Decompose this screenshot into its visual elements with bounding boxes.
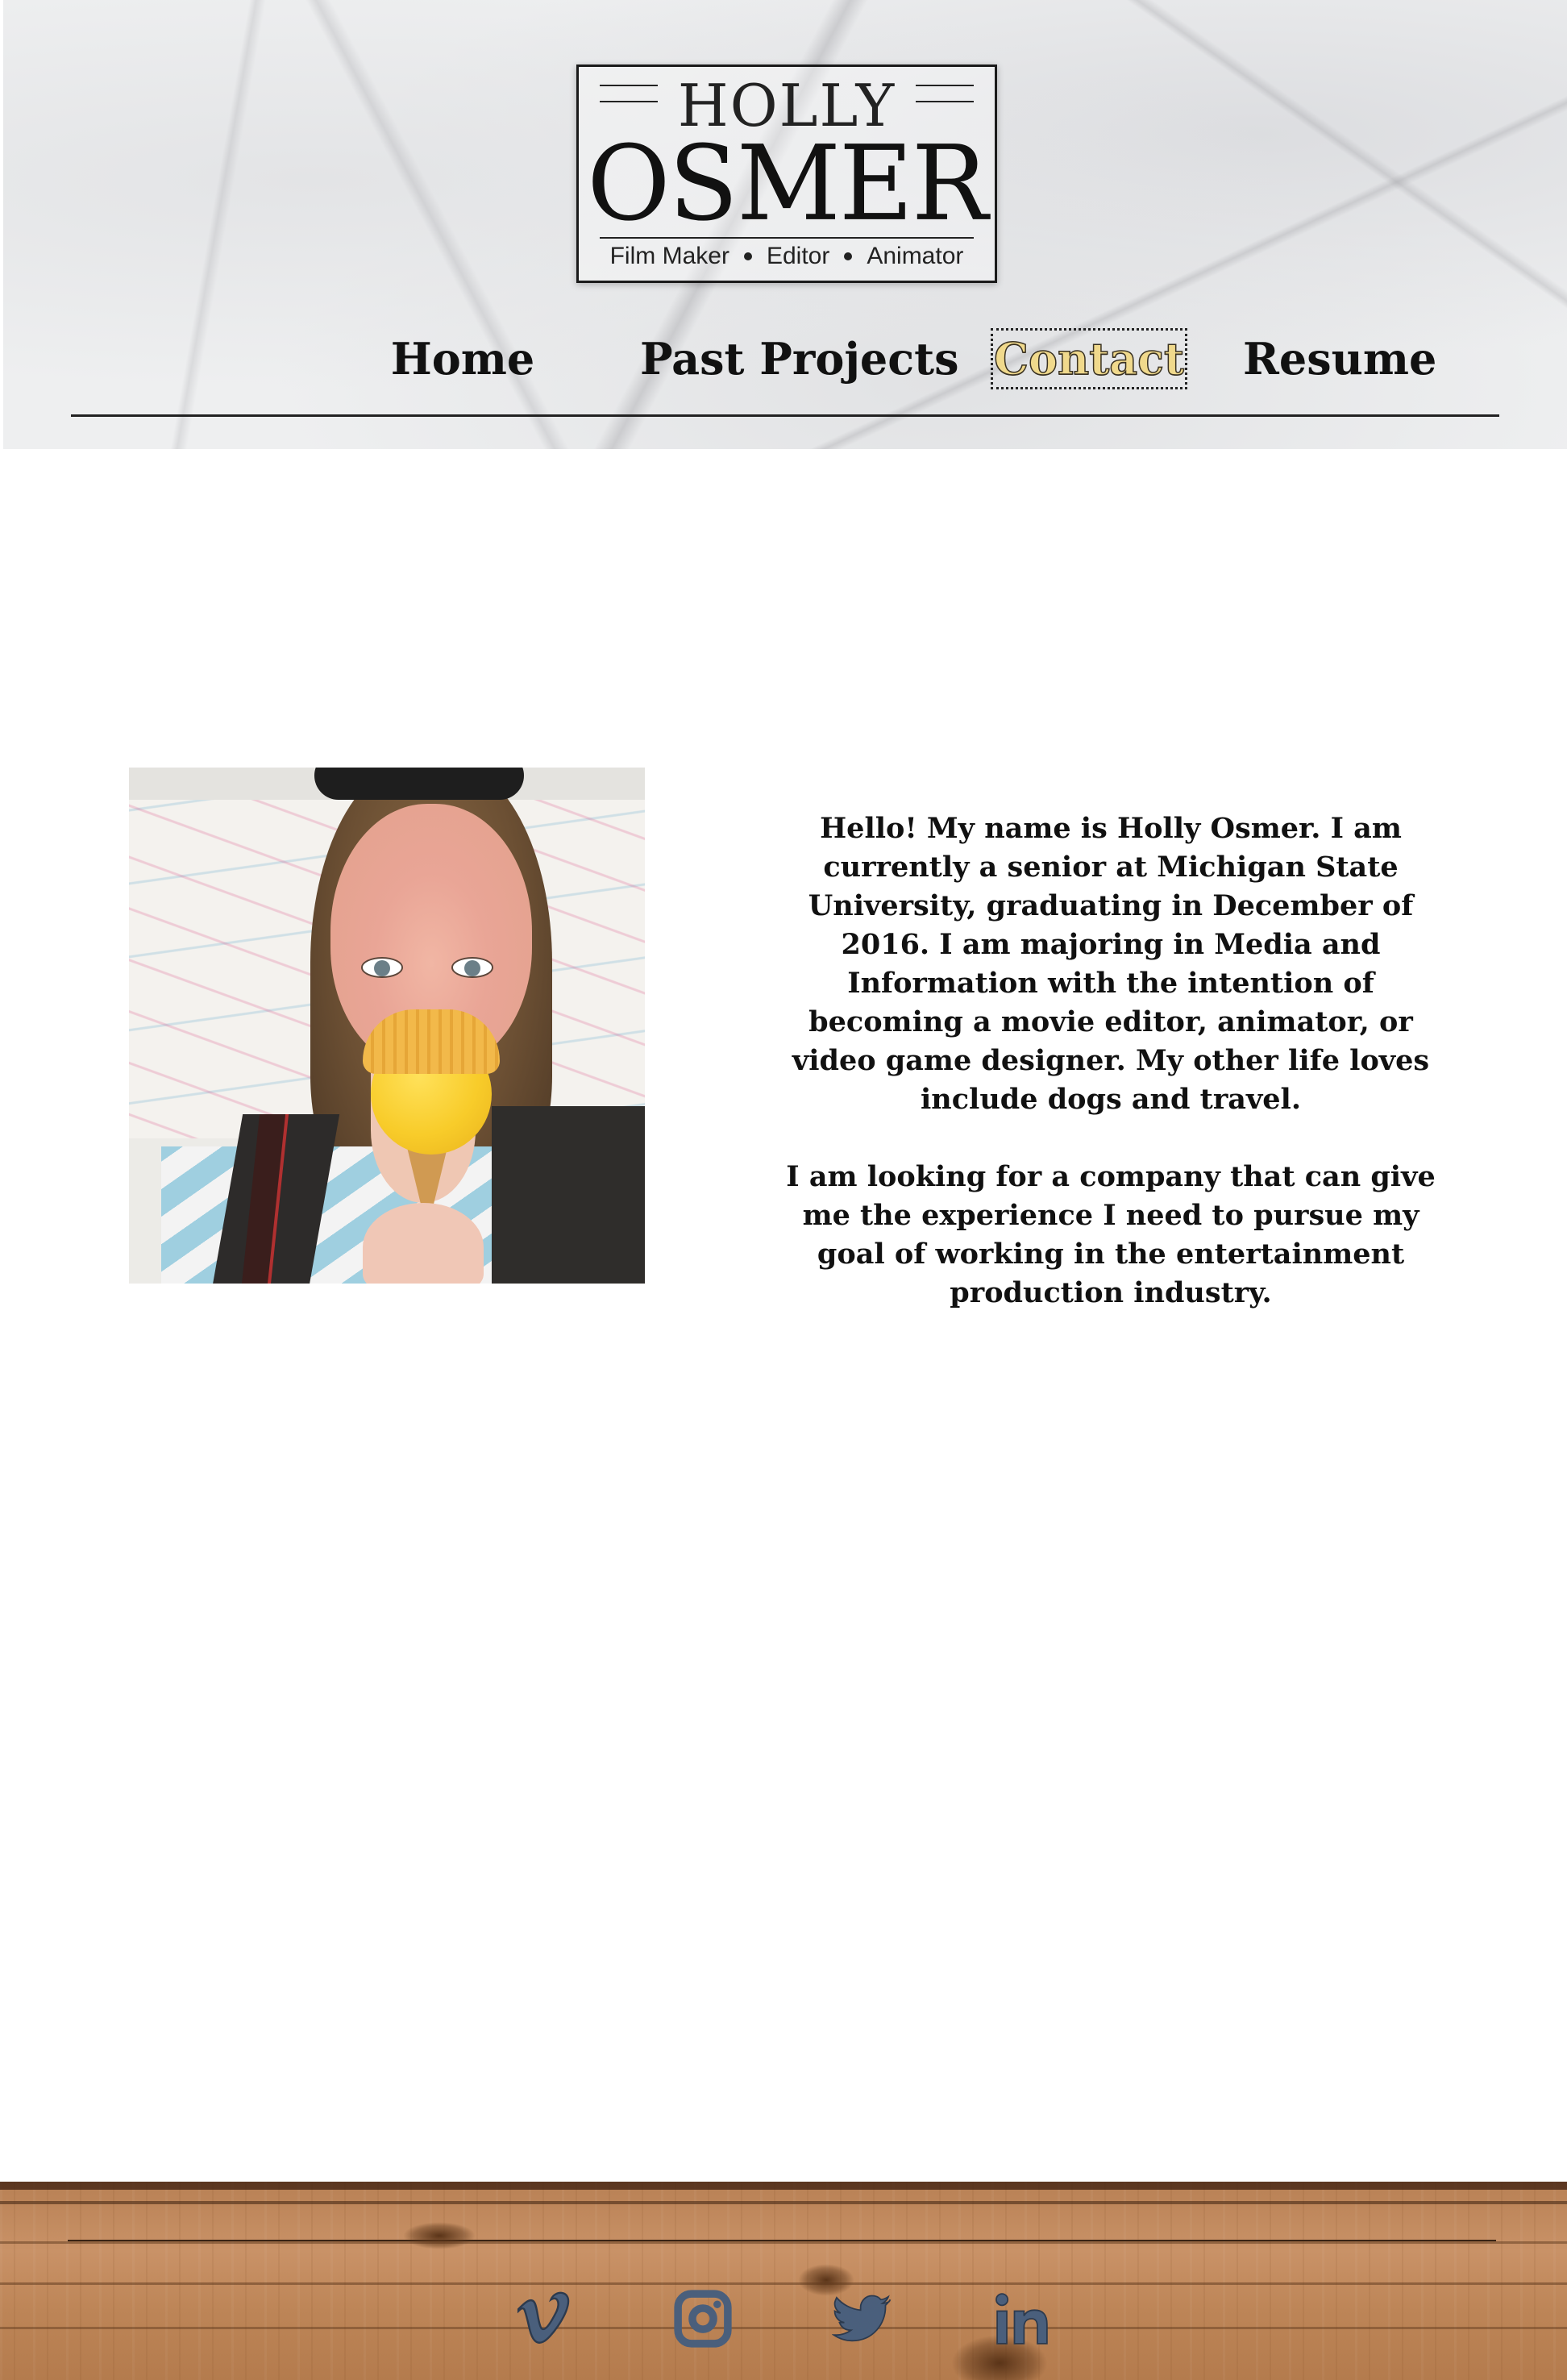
instagram-glyph: [674, 2290, 732, 2348]
footer-divider: [68, 2240, 1496, 2241]
nav-item-past-projects[interactable]: Past Projects: [640, 327, 958, 391]
linkedin-glyph: [995, 2293, 1048, 2345]
photo-eye: [361, 957, 403, 978]
photo-wafer: [363, 1009, 500, 1074]
bio-paragraph: Hello! My name is Holly Osmer. I am curr…: [792, 812, 1430, 1116]
bio-text: Hello! My name is Holly Osmer. I am curr…: [780, 809, 1441, 1313]
profile-photo: [129, 768, 645, 1284]
vimeo-glyph: [517, 2291, 570, 2344]
nav-item-home[interactable]: Home: [382, 327, 543, 391]
instagram-icon[interactable]: [671, 2286, 735, 2351]
photo-eye: [451, 957, 493, 978]
twitter-icon[interactable]: [830, 2286, 895, 2351]
logo-rule: [600, 237, 974, 239]
bullet-icon: [844, 252, 853, 260]
nav-item-contact[interactable]: Contact: [991, 328, 1187, 389]
tagline-animator: Animator: [867, 243, 964, 269]
logo-tagline: Film Maker Editor Animator: [579, 243, 995, 270]
tagline-film-maker: Film Maker: [609, 243, 729, 269]
photo-jacket: [492, 1106, 645, 1284]
twitter-glyph: [832, 2295, 892, 2342]
site-footer: [0, 2182, 1567, 2380]
logo-last-name: OSMER: [587, 123, 987, 244]
header-divider: [71, 414, 1499, 417]
linkedin-icon[interactable]: [990, 2286, 1054, 2351]
vimeo-icon[interactable]: [511, 2286, 576, 2351]
bio-paragraph: I am looking for a company that can give…: [786, 1160, 1436, 1309]
site-logo[interactable]: HOLLY OSMER Film Maker Editor Animator: [576, 64, 997, 283]
photo-sunglasses: [314, 768, 524, 800]
main-nav: Home Past Projects Contact Resume: [3, 327, 1567, 391]
photo-hand: [363, 1203, 484, 1284]
bullet-icon: [743, 252, 752, 260]
nav-item-resume[interactable]: Resume: [1243, 327, 1436, 391]
wood-knot: [403, 2222, 476, 2249]
tagline-editor: Editor: [766, 243, 830, 269]
site-header: HOLLY OSMER Film Maker Editor Animator H…: [3, 0, 1567, 449]
